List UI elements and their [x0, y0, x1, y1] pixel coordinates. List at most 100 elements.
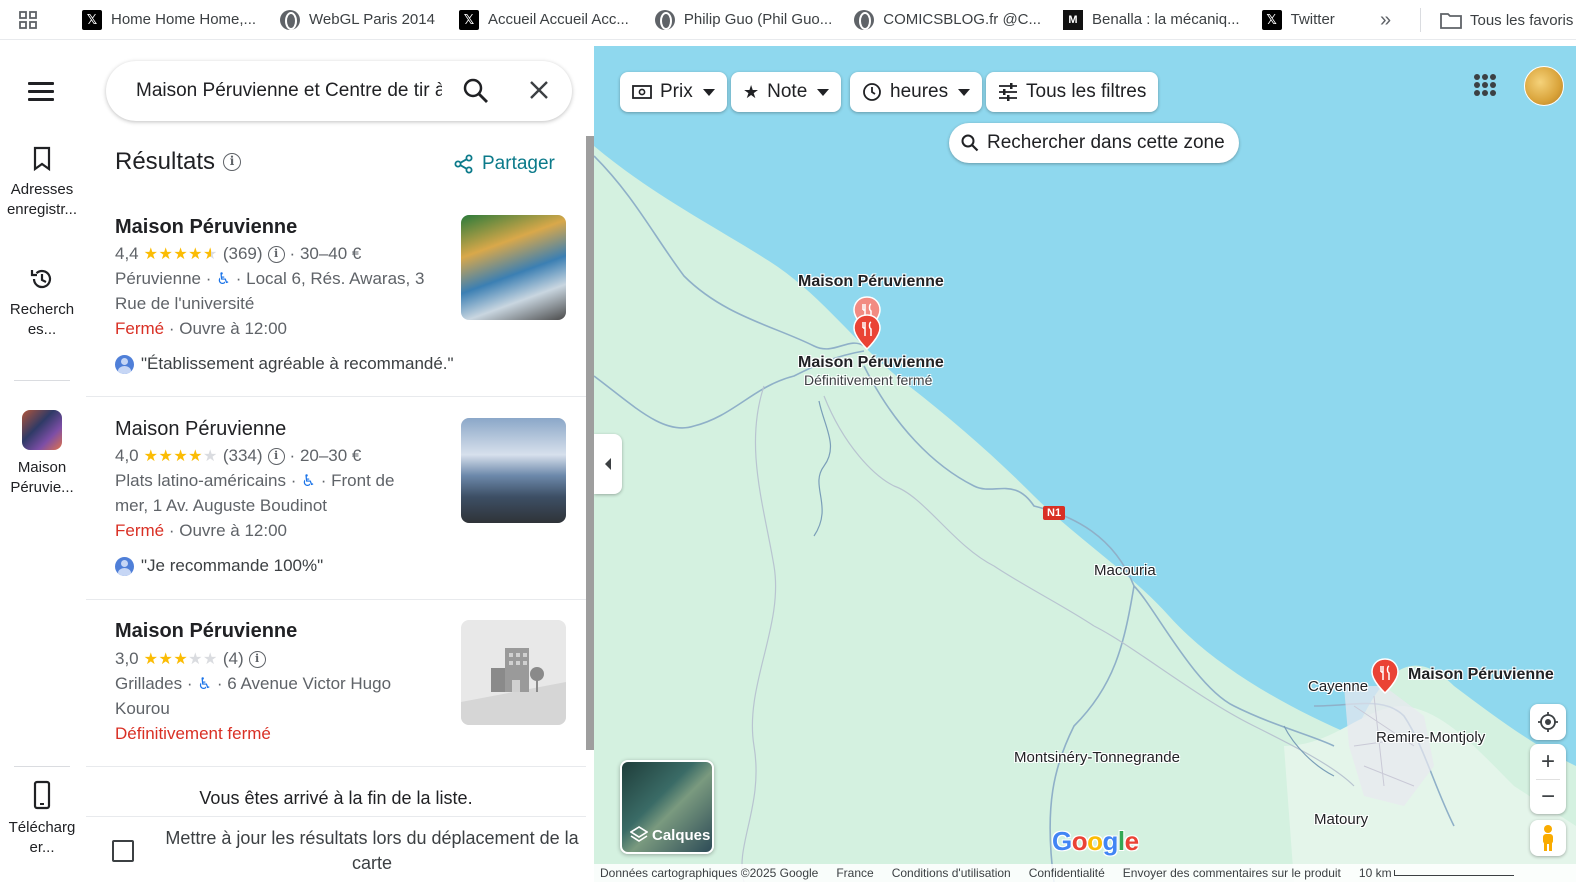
result-hours-row: Définitivement fermé: [115, 724, 271, 744]
map-town-label: Cayenne: [1308, 678, 1369, 695]
restaurant-pin-icon[interactable]: [1370, 658, 1400, 694]
result-price: 30–40 €: [299, 244, 362, 263]
price-icon: [632, 85, 652, 99]
rail-recent-label: Recherch es...: [9, 301, 75, 338]
result-category-row: Péruvienne · ♿ · Local 6, Rés. Awaras, 3: [115, 269, 425, 288]
result-hours-row: Fermé · Ouvre à 12:00: [115, 521, 287, 541]
share-button[interactable]: Partager: [454, 153, 555, 175]
more-bookmarks-button[interactable]: »: [1380, 0, 1391, 40]
info-icon[interactable]: i: [248, 650, 266, 668]
filter-rating[interactable]: ★ Note: [731, 72, 842, 112]
result-hours: · Ouvre à 12:00: [168, 521, 287, 540]
bookmark-label: Accueil Accueil Acc...: [487, 11, 629, 28]
map-place-label[interactable]: Maison Péruvienne: [798, 354, 944, 372]
bookmark-icon: [33, 146, 51, 172]
scale-label[interactable]: 10 km: [1359, 866, 1392, 880]
info-icon[interactable]: i: [267, 245, 285, 263]
filter-label: Prix: [660, 81, 693, 102]
result-review-count[interactable]: (4): [223, 649, 244, 669]
star-icon: ★: [743, 81, 760, 102]
close-icon[interactable]: [528, 79, 550, 101]
result-address: 6 Avenue Victor Hugo: [227, 674, 392, 693]
share-icon: [454, 154, 473, 174]
result-address: Front de: [331, 471, 395, 490]
road-shield: N1: [1043, 506, 1066, 520]
rail-download-label: Télécharg er...: [8, 819, 76, 856]
share-label: Partager: [482, 153, 555, 174]
result-name[interactable]: Maison Péruvienne: [115, 216, 297, 239]
profile-avatar[interactable]: [1524, 66, 1564, 106]
privacy-link[interactable]: Confidentialité: [1029, 866, 1105, 880]
left-rail: Adresses enregistr... Recherch es... Mai…: [0, 46, 84, 882]
bookmark-item[interactable]: Philip Guo (Phil Guo...: [647, 0, 840, 40]
bookmark-label: Home Home Home,...: [111, 11, 257, 28]
filter-label: Tous les filtres: [1026, 81, 1147, 102]
result-address: Local 6, Rés. Awaras, 3: [246, 269, 425, 288]
bookmark-item[interactable]: 𝕏 Twitter: [1254, 0, 1343, 40]
info-icon[interactable]: i: [267, 447, 285, 465]
zoom-in-button[interactable]: +: [1541, 745, 1555, 779]
building-icon: [461, 648, 566, 725]
result-review-count[interactable]: (369): [223, 244, 263, 264]
menu-icon[interactable]: [28, 82, 54, 102]
bookmark-item[interactable]: M Benalla : la mécaniq...: [1055, 0, 1248, 40]
map-canvas[interactable]: Prix ★ Note heures Tous les filtres Rech…: [594, 46, 1576, 882]
rail-download[interactable]: Télécharg er...: [0, 780, 84, 858]
bookmark-item[interactable]: WebGL Paris 2014: [272, 0, 443, 40]
filter-hours[interactable]: heures: [850, 72, 983, 112]
globe-icon: [280, 9, 301, 30]
map-place-label[interactable]: Maison Péruvienne: [1408, 666, 1554, 684]
result-category: Plats latino-américains: [115, 471, 287, 490]
bookmark-item[interactable]: 𝕏 Home Home Home,...: [74, 0, 264, 40]
apps-grid-icon[interactable]: [0, 0, 56, 40]
search-this-area-button[interactable]: Rechercher dans cette zone: [949, 123, 1239, 163]
feedback-link[interactable]: Envoyer des commentaires sur le produit: [1123, 866, 1341, 880]
bookmark-label: WebGL Paris 2014: [309, 11, 435, 28]
rail-saved[interactable]: Adresses enregistr...: [0, 146, 84, 220]
result-name[interactable]: Maison Péruvienne: [115, 620, 297, 643]
terms-link[interactable]: Conditions d'utilisation: [892, 866, 1011, 880]
result-photo-placeholder[interactable]: [461, 620, 566, 725]
bookmark-label: COMICSBLOG.fr @C...: [883, 11, 1042, 28]
restaurant-pin-icon[interactable]: [852, 314, 882, 350]
country-link[interactable]: France: [836, 866, 873, 880]
filter-all[interactable]: Tous les filtres: [986, 72, 1159, 112]
info-icon[interactable]: i: [223, 153, 242, 171]
rail-recent-place[interactable]: Maison Péruvie...: [0, 410, 84, 498]
layers-button[interactable]: Calques: [620, 760, 714, 854]
result-review-count[interactable]: (334): [223, 446, 263, 466]
results-scrollbar[interactable]: [586, 136, 594, 750]
result-photo[interactable]: [461, 418, 566, 523]
result-photo[interactable]: [461, 215, 566, 320]
search-box[interactable]: Maison Péruvienne et Centre de tir à: [106, 61, 572, 121]
result-hours-row: Fermé · Ouvre à 12:00: [115, 319, 287, 339]
result-card[interactable]: Maison Péruvienne 4,4 ★★★★★ (369) i · 30…: [86, 196, 586, 397]
bookmark-item[interactable]: COMICSBLOG.fr @C...: [846, 0, 1049, 40]
result-name[interactable]: Maison Péruvienne: [115, 418, 286, 441]
zoom-out-button[interactable]: −: [1541, 780, 1555, 814]
street-view-pegman[interactable]: [1530, 820, 1566, 856]
result-card[interactable]: Maison Péruvienne 4,0 ★★★★★ (334) i · 20…: [86, 398, 586, 600]
search-input[interactable]: Maison Péruvienne et Centre de tir à: [136, 80, 442, 102]
map-place-label[interactable]: Maison Péruvienne: [798, 273, 944, 291]
rail-recent[interactable]: Recherch es...: [0, 266, 84, 340]
search-icon[interactable]: [462, 77, 490, 105]
result-card[interactable]: Maison Péruvienne 3,0 ★★★★★ (4) i Grilla…: [86, 601, 586, 767]
crosshair-icon: [1538, 712, 1558, 732]
bookmark-item[interactable]: 𝕏 Accueil Accueil Acc...: [451, 0, 637, 40]
x-icon: 𝕏: [458, 9, 479, 30]
bookmarks-bar: 𝕏 Home Home Home,... WebGL Paris 2014 𝕏 …: [0, 0, 1576, 40]
google-apps-icon[interactable]: [1474, 74, 1496, 96]
update-on-move-label[interactable]: Mettre à jour les résultats lors du dépl…: [162, 826, 582, 876]
bookmark-label: Philip Guo (Phil Guo...: [683, 11, 833, 28]
update-on-move-checkbox[interactable]: [112, 840, 134, 862]
result-category-row: Grillades · ♿ · 6 Avenue Victor Hugo: [115, 674, 392, 693]
all-bookmarks-button[interactable]: Tous les favoris: [1440, 0, 1573, 40]
my-location-button[interactable]: [1530, 704, 1566, 740]
result-status: Fermé: [115, 319, 165, 338]
wheelchair-icon: ♿: [216, 271, 231, 288]
clock-icon: [863, 83, 881, 101]
filter-price[interactable]: Prix: [620, 72, 727, 112]
result-status: Définitivement fermé: [115, 724, 271, 743]
collapse-panel-button[interactable]: [594, 434, 622, 494]
